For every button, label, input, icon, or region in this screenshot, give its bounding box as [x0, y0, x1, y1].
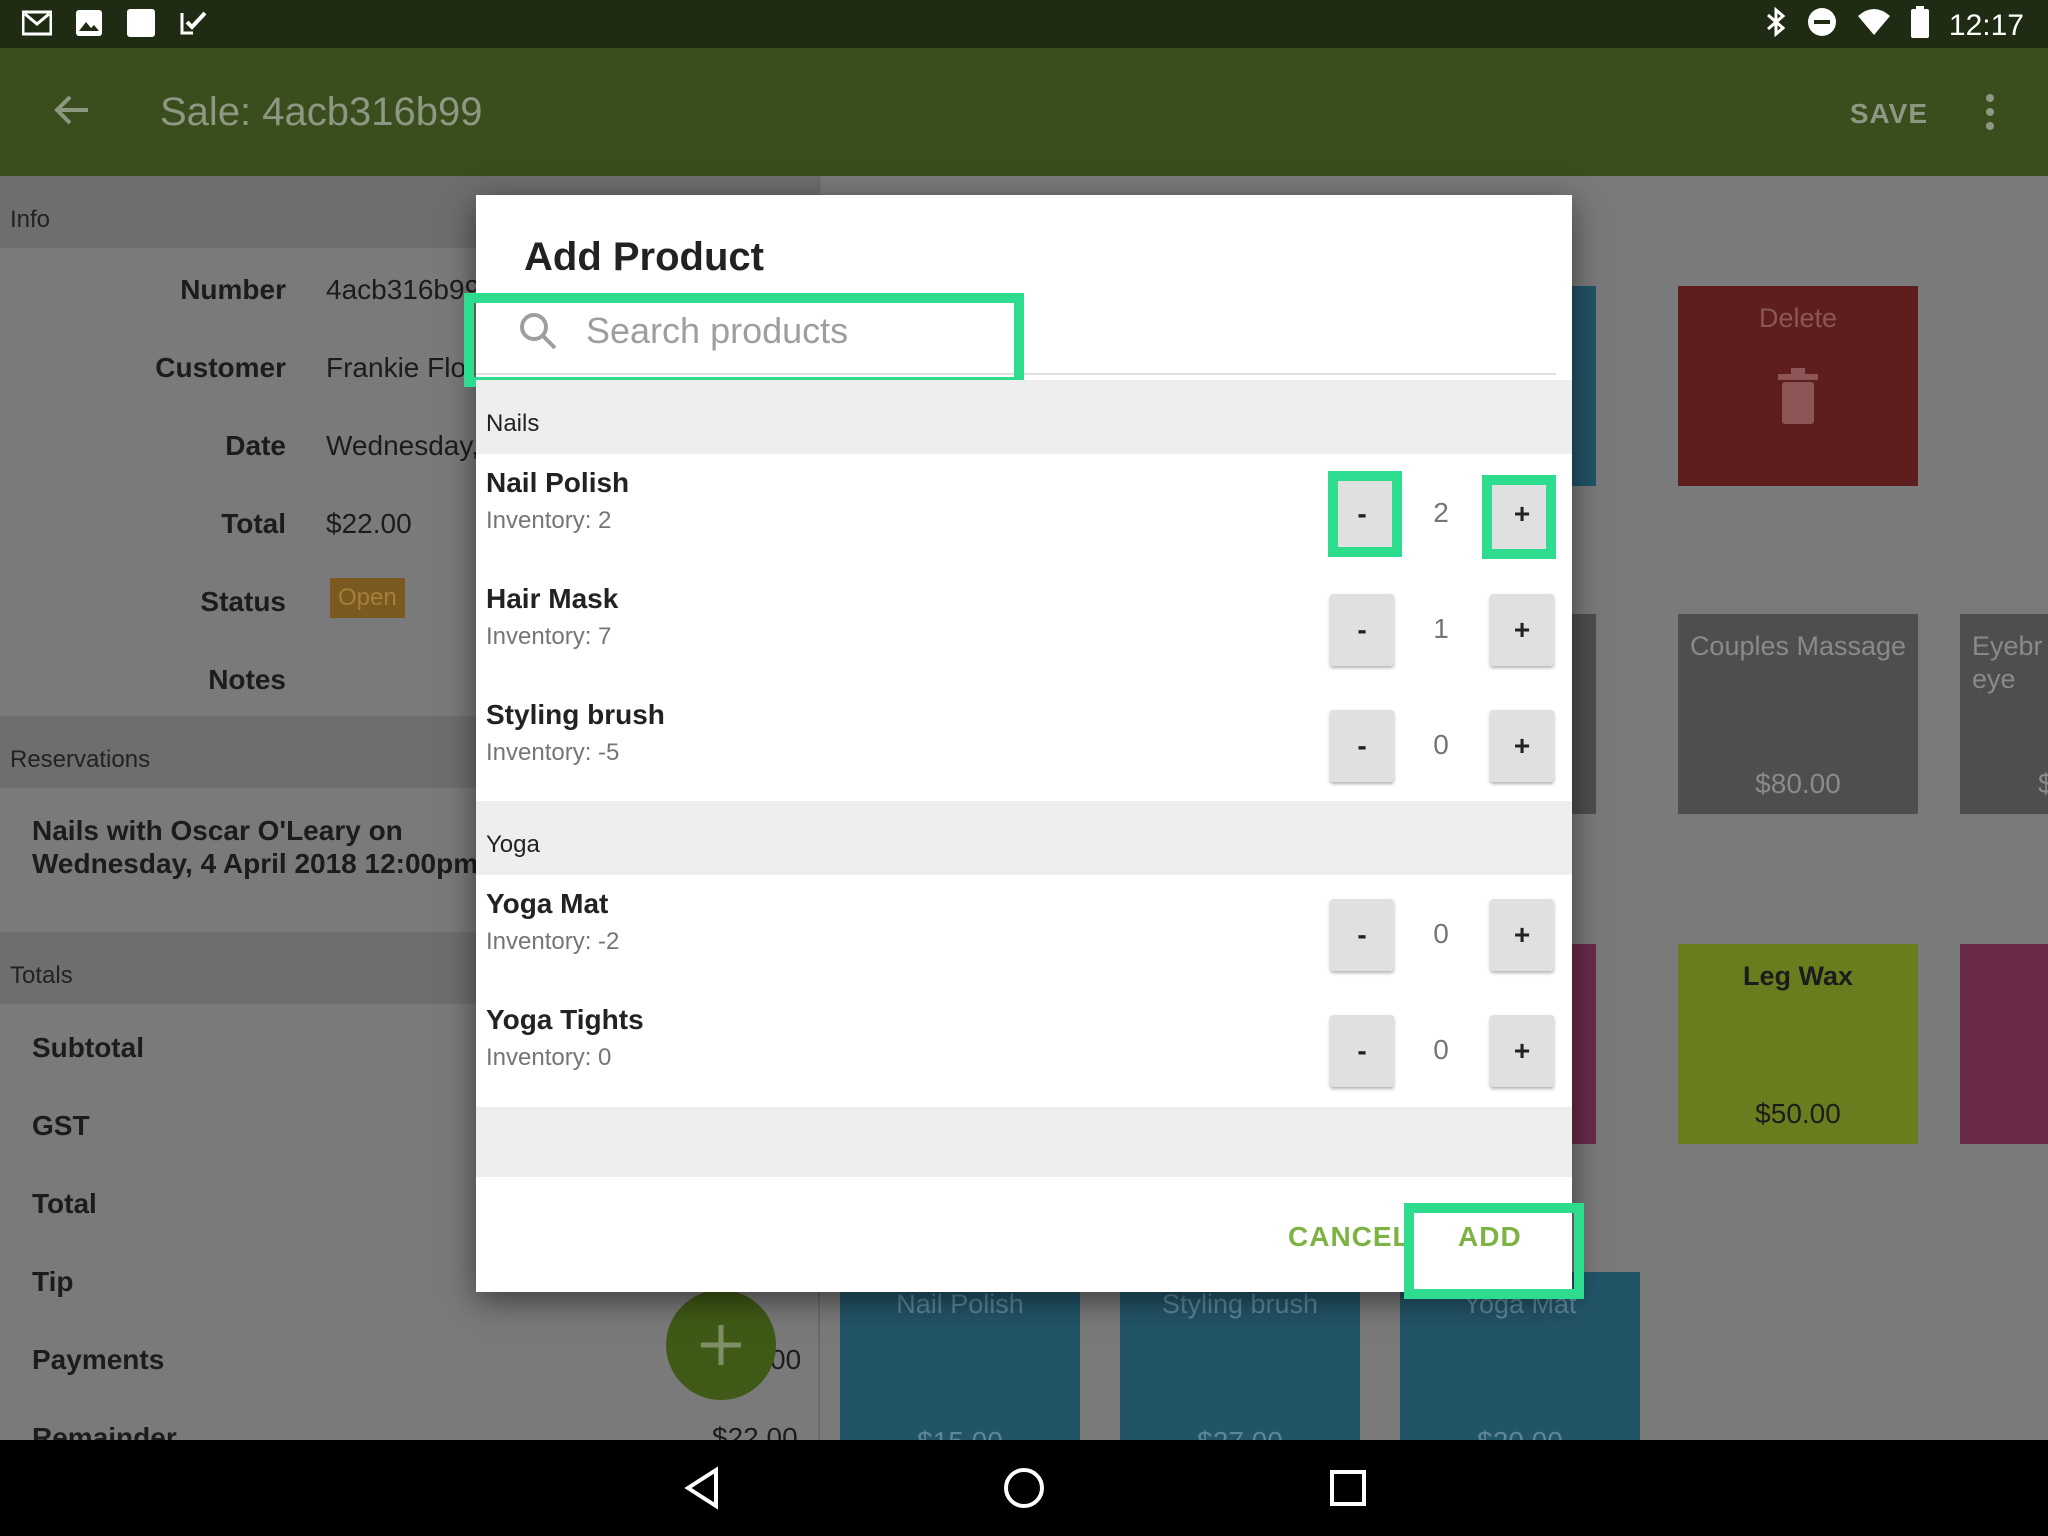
- subtotal-label: Subtotal: [32, 1032, 144, 1063]
- date-value[interactable]: Wednesday,: [326, 430, 479, 462]
- date-label: Date: [225, 430, 286, 461]
- increment-button[interactable]: +: [1490, 1015, 1554, 1087]
- reservation-item[interactable]: Nails with Oscar O'Leary on Wednesday, 4…: [32, 814, 492, 880]
- totals-total-label: Total: [32, 1188, 97, 1219]
- leg-wax-tile[interactable]: Leg Wax $50.00: [1678, 944, 1918, 1144]
- quantity-value: 2: [1433, 497, 1449, 528]
- bluetooth-icon: [1765, 6, 1787, 46]
- customer-value[interactable]: Frankie Flo: [326, 352, 466, 384]
- clock: 12:17: [1948, 9, 2024, 42]
- tile-price: $: [2038, 768, 2048, 799]
- decrement-button[interactable]: -: [1330, 710, 1394, 782]
- decrement-button[interactable]: -: [1330, 594, 1394, 666]
- tile-name: Styling brush: [1161, 1289, 1319, 1319]
- photos-icon: [74, 8, 104, 38]
- plus-icon: [701, 1325, 741, 1365]
- total-label: Total: [221, 508, 286, 539]
- product-name: Hair Mask: [486, 583, 619, 614]
- tile-name: Leg Wax: [1742, 961, 1854, 991]
- category-header-nails: Nails: [476, 380, 1572, 454]
- gmail-icon: [22, 8, 52, 38]
- quantity-value: 1: [1433, 613, 1449, 644]
- status-badge[interactable]: Open: [330, 578, 405, 618]
- dialog-title: Add Product: [524, 235, 764, 279]
- product-name: Styling brush: [486, 699, 665, 730]
- product-name: Yoga Mat: [486, 888, 609, 919]
- decrement-button[interactable]: -: [1330, 899, 1394, 971]
- page-title: Sale: 4acb316b99: [160, 90, 483, 134]
- trash-icon: [1778, 368, 1818, 424]
- battery-icon: [1910, 6, 1929, 46]
- more-vert-icon[interactable]: [1984, 92, 1996, 132]
- save-button[interactable]: SAVE: [1850, 98, 1928, 130]
- wifi-icon: [1857, 8, 1891, 44]
- tile-price: $50.00: [1755, 1098, 1841, 1129]
- number-label: Number: [180, 274, 286, 305]
- increment-button[interactable]: +: [1490, 594, 1554, 666]
- status-bar: 12:17: [0, 0, 2048, 48]
- cancel-button[interactable]: CANCEL: [1288, 1221, 1411, 1253]
- product-inventory: Inventory: 7: [486, 623, 612, 650]
- tip-label: Tip: [32, 1266, 74, 1297]
- decrement-highlight-box: [1328, 471, 1402, 557]
- quantity-value: 0: [1433, 918, 1449, 949]
- tile-name: Delete: [1758, 303, 1838, 333]
- add-fab-button[interactable]: [666, 1290, 776, 1400]
- number-value: 4acb316b99: [326, 274, 481, 305]
- product-name: Nail Polish: [486, 467, 630, 498]
- tile-price: $80.00: [1755, 768, 1841, 799]
- add-product-dialog: Add Product Nails Nail Polish Inventory:…: [464, 195, 1572, 1292]
- tile-name: Eyebr eye: [1972, 631, 2043, 694]
- search-highlight-box: [464, 293, 1024, 387]
- delete-tile[interactable]: Delete: [1678, 286, 1918, 486]
- nav-back-icon[interactable]: [680, 1466, 724, 1510]
- quantity-value: 0: [1433, 729, 1449, 760]
- tile-partial-4[interactable]: [1960, 944, 2048, 1144]
- checkmark-icon: [178, 8, 208, 38]
- nav-home-icon[interactable]: [1002, 1466, 1046, 1510]
- tile-name: Nail Polish: [896, 1289, 1024, 1319]
- increment-highlight-box: [1482, 475, 1556, 559]
- gst-label: GST: [32, 1110, 90, 1141]
- add-highlight-box: [1404, 1203, 1584, 1299]
- category-header-yoga: Yoga: [476, 801, 1572, 875]
- product-name: Yoga Tights: [486, 1004, 644, 1035]
- tile-name: Couples Massage: [1689, 631, 1907, 661]
- do-not-disturb-icon: [1807, 7, 1837, 45]
- nav-recents-icon[interactable]: [1326, 1466, 1370, 1510]
- quantity-value: 0: [1433, 1034, 1449, 1065]
- product-inventory: Inventory: 0: [486, 1044, 612, 1071]
- list-footer-spacer: [476, 1107, 1572, 1177]
- total-value: $22.00: [326, 508, 412, 539]
- eyebrow-tile[interactable]: Eyebr eye $: [1960, 614, 2048, 814]
- couples-massage-tile[interactable]: Couples Massage $80.00: [1678, 614, 1918, 814]
- system-nav-bar: [0, 1440, 2048, 1536]
- increment-button[interactable]: +: [1490, 710, 1554, 782]
- customer-label: Customer: [155, 352, 286, 383]
- app-bar: Sale: 4acb316b99 SAVE: [0, 48, 2048, 176]
- product-inventory: Inventory: 2: [486, 507, 612, 534]
- back-arrow-icon[interactable]: [52, 90, 92, 130]
- status-label: Status: [200, 586, 286, 617]
- increment-button[interactable]: +: [1490, 899, 1554, 971]
- product-inventory: Inventory: -2: [486, 928, 620, 955]
- notes-label: Notes: [208, 664, 286, 695]
- square-icon: [126, 8, 156, 38]
- payments-label: Payments: [32, 1344, 165, 1375]
- decrement-button[interactable]: -: [1330, 1015, 1394, 1087]
- product-inventory: Inventory: -5: [486, 739, 620, 766]
